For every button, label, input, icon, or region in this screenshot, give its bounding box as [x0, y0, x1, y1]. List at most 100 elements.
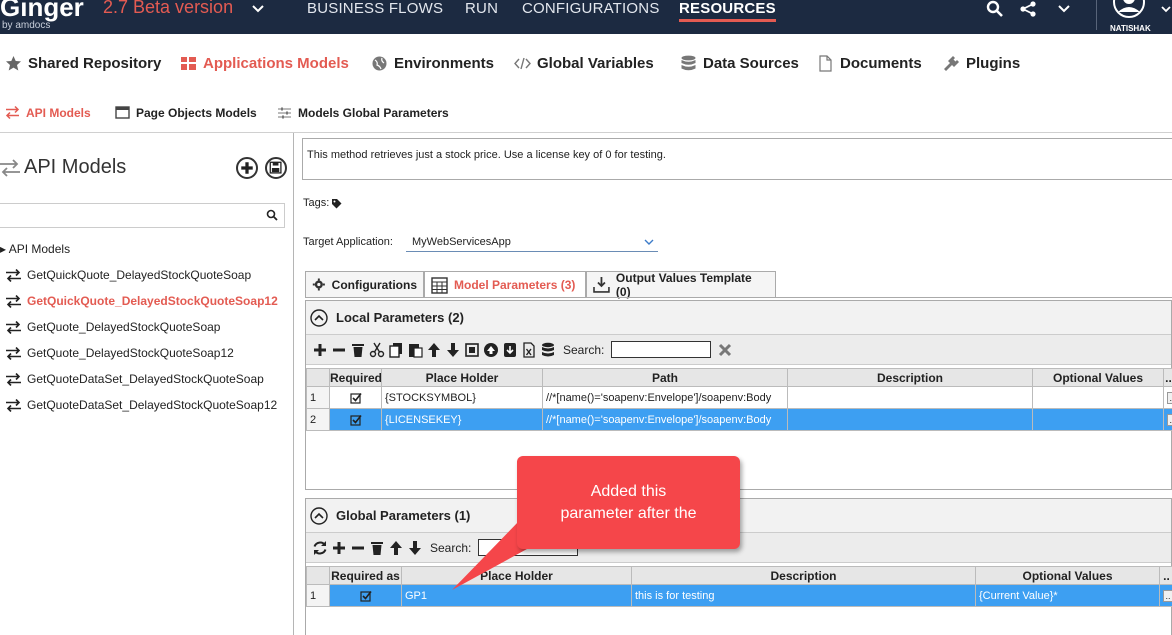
paste-icon[interactable] — [407, 342, 423, 358]
tab-api-models[interactable]: API Models — [5, 105, 91, 120]
add-icon[interactable] — [331, 540, 347, 556]
tab-documents[interactable]: Documents — [817, 55, 922, 72]
column-header[interactable]: Required as — [329, 566, 402, 585]
collapse-up-icon[interactable] — [310, 506, 328, 525]
tree-item-selected[interactable]: GetQuickQuote_DelayedStockQuoteSoap12 — [6, 294, 278, 308]
column-header[interactable]: Required — [329, 368, 382, 387]
tree-root[interactable]: ▸ API Models — [0, 242, 70, 256]
column-header[interactable]: Description — [787, 368, 1033, 387]
table-row-selected[interactable]: 1 GP1 this is for testing {Current Value… — [306, 584, 1172, 607]
path-cell[interactable]: //*[name()='soapenv:Envelope']/soapenv:B… — [542, 386, 788, 409]
checkbox-checked-icon[interactable] — [349, 392, 362, 404]
column-header[interactable]: Optional Values — [1032, 368, 1164, 387]
nav-resources[interactable]: RESOURCES — [679, 0, 776, 22]
chevron-down-icon[interactable] — [1160, 4, 1172, 16]
description-cell[interactable]: this is for testing — [631, 584, 976, 607]
placeholder-cell[interactable]: {LICENSEKEY} — [381, 408, 543, 431]
search-icon[interactable] — [266, 209, 278, 221]
user-avatar-icon[interactable] — [1110, 0, 1148, 20]
cut-icon[interactable] — [369, 342, 385, 358]
tab-applications-models[interactable]: Applications Models — [180, 55, 349, 72]
required-checkbox[interactable] — [329, 386, 382, 409]
target-application-select[interactable]: MyWebServicesApp — [406, 234, 658, 252]
tab-models-global-parameters[interactable]: Models Global Parameters — [277, 105, 449, 120]
trash-icon[interactable] — [369, 540, 385, 556]
more-cell[interactable]: .. — [1163, 408, 1172, 431]
nav-run[interactable]: RUN — [465, 0, 498, 17]
column-header[interactable]: Path — [542, 368, 788, 387]
description-cell[interactable] — [787, 408, 1033, 431]
column-header[interactable]: .. — [1163, 368, 1172, 387]
optional-values-cell[interactable]: {Current Value}* — [975, 584, 1160, 607]
add-icon[interactable] — [236, 157, 258, 179]
frame-icon[interactable] — [464, 342, 480, 358]
remove-icon[interactable] — [350, 540, 366, 556]
checkbox-checked-icon[interactable] — [349, 414, 362, 426]
tab-global-variables[interactable]: Global Variables — [514, 55, 654, 72]
tree-search-input[interactable] — [0, 203, 285, 228]
tree-item[interactable]: GetQuote_DelayedStockQuoteSoap — [6, 320, 220, 334]
database-icon[interactable] — [540, 342, 556, 358]
placeholder-cell[interactable]: {STOCKSYMBOL} — [381, 386, 543, 409]
swap-arrows-icon — [6, 320, 21, 334]
arrow-down-icon[interactable] — [445, 342, 461, 358]
ellipsis-button[interactable]: .. — [1167, 391, 1172, 404]
chevron-down-icon[interactable] — [1055, 0, 1073, 18]
tree-item[interactable]: GetQuickQuote_DelayedStockQuoteSoap — [6, 268, 251, 282]
required-checkbox[interactable] — [329, 584, 402, 607]
save-icon[interactable] — [265, 157, 287, 179]
optional-values-cell[interactable] — [1032, 408, 1164, 431]
add-icon[interactable] — [312, 342, 328, 358]
tree-item[interactable]: GetQuoteDataSet_DelayedStockQuoteSoap12 — [6, 398, 277, 412]
required-checkbox[interactable] — [329, 408, 382, 431]
clear-icon[interactable] — [718, 343, 732, 357]
tab-data-sources[interactable]: Data Sources — [680, 55, 799, 72]
collapse-arrow-icon[interactable]: ▸ — [0, 242, 6, 256]
share-icon[interactable] — [1019, 0, 1037, 18]
collapse-up-icon[interactable] — [310, 308, 328, 327]
nav-business-flows[interactable]: BUSINESS FLOWS — [307, 0, 443, 17]
tab-shared-repository[interactable]: Shared Repository — [5, 55, 161, 72]
ellipsis-button[interactable]: .. — [1163, 589, 1172, 602]
column-header[interactable]: .. — [1159, 566, 1172, 585]
tab-page-objects-models[interactable]: Page Objects Models — [115, 105, 257, 120]
description-field[interactable]: This method retrieves just a stock price… — [302, 138, 1172, 180]
column-header[interactable]: Optional Values — [975, 566, 1160, 585]
tab-model-parameters[interactable]: Model Parameters (3) — [424, 271, 586, 298]
column-header[interactable]: Description — [631, 566, 976, 585]
optional-values-cell[interactable] — [1032, 386, 1164, 409]
path-cell[interactable]: //*[name()='soapenv:Envelope']/soapenv:B… — [542, 408, 788, 431]
excel-icon[interactable] — [521, 341, 537, 358]
tag-icon[interactable] — [331, 198, 342, 209]
checkbox-checked-icon[interactable] — [359, 590, 372, 602]
more-cell[interactable]: .. — [1159, 584, 1172, 607]
tab-environments[interactable]: Environments — [371, 55, 494, 72]
tree-item[interactable]: GetQuoteDataSet_DelayedStockQuoteSoap — [6, 372, 264, 386]
search-icon[interactable] — [986, 0, 1004, 18]
chevron-down-icon[interactable] — [251, 2, 265, 16]
arrow-up-icon[interactable] — [426, 342, 442, 358]
tab-configurations[interactable]: Configurations — [305, 271, 424, 297]
arrow-up-icon[interactable] — [388, 540, 404, 556]
section-header[interactable]: Local Parameters (2) — [306, 301, 1171, 335]
description-cell[interactable] — [787, 386, 1033, 409]
version-label[interactable]: 2.7 Beta version — [103, 0, 233, 18]
tab-output-values-template[interactable]: Output Values Template (0) — [586, 271, 776, 299]
refresh-icon[interactable] — [312, 540, 328, 556]
remove-icon[interactable] — [331, 342, 347, 358]
panel-splitter[interactable] — [293, 133, 294, 635]
import-icon[interactable] — [502, 342, 518, 358]
tree-item[interactable]: GetQuote_DelayedStockQuoteSoap12 — [6, 346, 234, 360]
more-cell[interactable]: .. — [1163, 386, 1172, 409]
tab-plugins[interactable]: Plugins — [943, 55, 1020, 72]
upload-circle-icon[interactable] — [483, 342, 499, 358]
nav-configurations[interactable]: CONFIGURATIONS — [522, 0, 660, 17]
copy-icon[interactable] — [388, 342, 404, 358]
table-row-selected[interactable]: 2 {LICENSEKEY} //*[name()='soapenv:Envel… — [306, 408, 1172, 431]
grid-search-input[interactable] — [611, 341, 712, 358]
trash-icon[interactable] — [350, 342, 366, 358]
table-row[interactable]: 1 {STOCKSYMBOL} //*[name()='soapenv:Enve… — [306, 386, 1172, 409]
arrow-down-icon[interactable] — [407, 540, 423, 556]
ellipsis-button[interactable]: .. — [1167, 413, 1172, 426]
column-header[interactable]: Place Holder — [381, 368, 543, 387]
